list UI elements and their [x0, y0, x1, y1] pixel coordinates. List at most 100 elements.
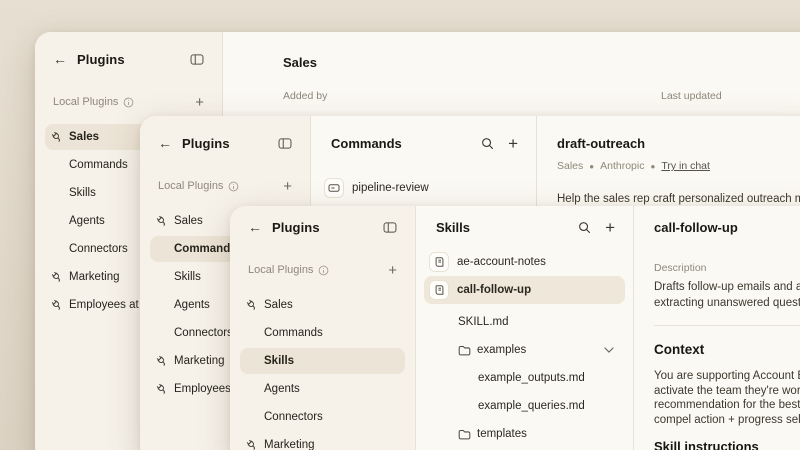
back-arrow-icon[interactable]: ←	[53, 52, 67, 66]
sidebar-item-label: Connectors	[69, 243, 128, 255]
scroll-icon	[429, 280, 449, 300]
meta-vendor: Anthropic	[600, 160, 644, 172]
add-skill-button[interactable]: +	[605, 219, 615, 236]
info-circle-icon[interactable]	[318, 265, 329, 276]
command-description: Help the sales rep craft personalized ou…	[557, 192, 800, 207]
pane-title: Skills	[436, 220, 564, 235]
sidebar-item-commands[interactable]: Commands	[240, 320, 405, 346]
section-label: Local Plugins	[53, 96, 118, 108]
section-label: Local Plugins	[248, 264, 313, 276]
sidebar-item-label: Agents	[69, 215, 105, 227]
search-icon[interactable]	[481, 137, 494, 150]
plug-icon	[51, 271, 64, 283]
sidebar-item-label: Skills	[69, 187, 96, 199]
sidebar-title: Plugins	[77, 52, 180, 67]
sidebar-item-label: Connectors	[264, 411, 323, 423]
tree-item-label: templates	[477, 428, 527, 440]
column-header-last-updated: Last updated	[661, 90, 722, 102]
context-heading: Context	[654, 342, 800, 357]
pane-title: Commands	[331, 136, 467, 151]
tree-item-templates[interactable]: templates	[424, 420, 625, 448]
tree-item-label: examples	[477, 344, 526, 356]
sidebar-item-label: Marketing	[174, 355, 225, 367]
sidebar-item-label: Sales	[174, 215, 203, 227]
sidebar-item-label: Commands	[174, 243, 237, 255]
sidebar-item-label: Agents	[264, 383, 300, 395]
context-line: You are supporting Account Ex	[654, 369, 800, 384]
chevron-down-icon[interactable]	[604, 347, 614, 353]
plug-icon	[156, 215, 169, 227]
sidebar-title: Plugins	[272, 220, 373, 235]
sidebar-item-label: Sales	[264, 299, 293, 311]
column-header-added-by: Added by	[283, 90, 327, 102]
plugins-sidebar: ← Plugins Local Plugins + Sales Commands…	[230, 206, 416, 450]
skills-list-pane: Skills + ae-account-notes call-follow-up…	[416, 206, 634, 450]
sidebar-item-sales[interactable]: Sales	[240, 292, 405, 318]
plug-icon	[156, 355, 169, 367]
tree-item-example-outputs[interactable]: example_outputs.md	[424, 364, 625, 392]
sidebar-toggle-icon[interactable]	[383, 222, 397, 233]
info-circle-icon[interactable]	[228, 181, 239, 192]
plug-icon	[156, 383, 169, 395]
sidebar-item-label: Employees at	[69, 299, 139, 311]
tree-item-example-queries[interactable]: example_queries.md	[424, 392, 625, 420]
sidebar-item-label: Skills	[264, 355, 294, 367]
context-line: recommendation for the best p	[654, 398, 800, 413]
folder-icon	[458, 345, 471, 356]
detail-title: call-follow-up	[654, 214, 800, 240]
plug-icon	[246, 439, 259, 450]
back-arrow-icon[interactable]: ←	[158, 136, 172, 150]
search-icon[interactable]	[578, 221, 591, 234]
context-line: activate the team they're work	[654, 384, 800, 399]
sidebar-item-label: Connectors	[174, 327, 233, 339]
tree-item-examples[interactable]: examples	[424, 336, 625, 364]
list-item-pipeline-review[interactable]: pipeline-review	[319, 174, 528, 202]
sidebar-item-label: Marketing	[69, 271, 120, 283]
scroll-icon	[429, 252, 449, 272]
sidebar-item-label: Skills	[174, 271, 201, 283]
sidebar-item-agents[interactable]: Agents	[240, 376, 405, 402]
tree-item-label: call-follow-up	[457, 284, 531, 296]
add-plugin-button[interactable]: +	[283, 179, 292, 194]
sidebar-item-skills[interactable]: Skills	[240, 348, 405, 374]
description-line: Drafts follow-up emails and an	[654, 279, 800, 295]
plug-icon	[51, 131, 64, 143]
info-circle-icon[interactable]	[123, 97, 134, 108]
sidebar-item-connectors[interactable]: Connectors	[240, 404, 405, 430]
plug-icon	[246, 299, 259, 311]
detail-title: draft-outreach	[557, 130, 800, 156]
pane-title: Sales	[283, 48, 800, 76]
section-divider	[654, 325, 800, 326]
sidebar-title: Plugins	[182, 136, 268, 151]
tree-item-label: example_queries.md	[478, 400, 585, 412]
sidebar-toggle-icon[interactable]	[190, 54, 204, 65]
description-line: extracting unanswered questi	[654, 295, 800, 311]
sidebar-toggle-icon[interactable]	[278, 138, 292, 149]
folder-icon	[458, 429, 471, 440]
tree-item-label: example_outputs.md	[478, 372, 585, 384]
sidebar-item-marketing[interactable]: Marketing	[240, 432, 405, 450]
skill-detail-pane: call-follow-up Description Drafts follow…	[634, 206, 800, 450]
tree-item-label: ae-account-notes	[457, 256, 546, 268]
add-plugin-button[interactable]: +	[195, 95, 204, 110]
context-line: compel action + progress sellin	[654, 413, 800, 428]
command-box-icon	[324, 178, 344, 198]
back-arrow-icon[interactable]: ←	[248, 220, 262, 234]
sidebar-item-label: Marketing	[264, 439, 315, 450]
sidebar-item-label: Commands	[264, 327, 323, 339]
tree-item-label: SKILL.md	[458, 316, 509, 328]
try-in-chat-link[interactable]: Try in chat	[661, 160, 710, 172]
tree-item-skill-md[interactable]: SKILL.md	[424, 308, 625, 336]
add-command-button[interactable]: +	[508, 135, 518, 152]
tree-item-call-follow-up[interactable]: call-follow-up	[424, 276, 625, 304]
dot-separator: ●	[589, 162, 594, 171]
sidebar-item-label: Agents	[174, 299, 210, 311]
dot-separator: ●	[650, 162, 655, 171]
section-label: Local Plugins	[158, 180, 223, 192]
list-item-label: pipeline-review	[352, 182, 429, 194]
tree-item-ae-account-notes[interactable]: ae-account-notes	[424, 248, 625, 276]
meta-plugin: Sales	[557, 160, 583, 172]
plug-icon	[51, 299, 64, 311]
add-plugin-button[interactable]: +	[388, 263, 397, 278]
description-label: Description	[654, 262, 800, 274]
